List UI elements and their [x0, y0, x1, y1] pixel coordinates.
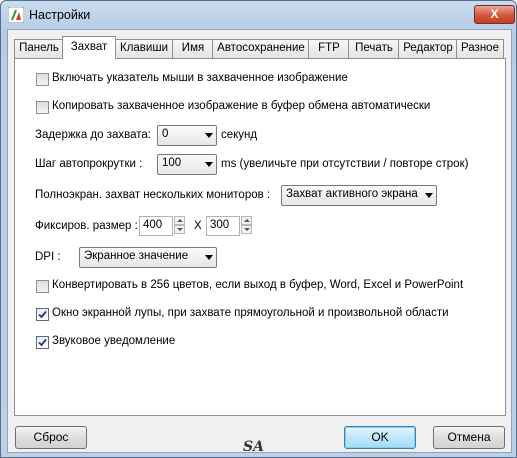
dialog-body: Панель Захват Клавиши Имя Автосохранение…: [7, 29, 512, 453]
chevron-down-icon: [205, 255, 213, 260]
fixed-height-input[interactable]: 300: [206, 216, 240, 236]
close-icon: X: [490, 7, 499, 21]
dpi-label: DPI :: [35, 251, 61, 263]
include-cursor-label: Включать указатель мыши в захваченное из…: [52, 72, 348, 84]
spin-down-icon[interactable]: [174, 225, 185, 234]
window-title: Настройки: [29, 8, 91, 22]
chevron-down-icon: [425, 193, 433, 198]
include-cursor-checkbox[interactable]: [36, 73, 49, 86]
logo: SA: [243, 439, 264, 455]
tab-strip: Панель Захват Клавиши Имя Автосохранение…: [14, 36, 506, 59]
tab-autosave[interactable]: Автосохранение: [212, 39, 310, 58]
spin-up-icon[interactable]: [241, 216, 252, 225]
copy-clipboard-label: Копировать захваченное изображение в буф…: [52, 100, 431, 112]
chevron-down-icon: [205, 133, 213, 138]
delay-label: Задержка до захвата:: [35, 129, 151, 141]
checkmark-icon: [38, 338, 47, 347]
capture-panel: Включать указатель мыши в захваченное из…: [14, 58, 506, 416]
checkmark-icon: [38, 310, 47, 319]
dpi-value: Экранное значение: [84, 250, 189, 262]
tab-panel[interactable]: Панель: [14, 39, 64, 58]
chevron-down-icon: [205, 162, 213, 167]
close-button[interactable]: X: [474, 5, 515, 24]
scroll-step-select[interactable]: 100: [157, 154, 217, 175]
tab-hotkeys[interactable]: Клавиши: [114, 39, 174, 58]
multimonitor-label: Полноэкран. захват нескольких мониторов …: [35, 189, 271, 201]
title-bar[interactable]: Настройки X: [1, 1, 516, 29]
scroll-step-label: Шаг автопрокрутки :: [35, 158, 143, 170]
scroll-step-value: 100: [162, 157, 182, 169]
fixed-height-spinner[interactable]: [241, 216, 252, 234]
fixed-size-label: Фиксиров. размер :: [35, 220, 138, 232]
multimonitor-value: Захват активного экрана: [286, 188, 418, 200]
tab-misc[interactable]: Разное: [456, 39, 504, 58]
tab-print[interactable]: Печать: [348, 39, 400, 58]
magnifier-label: Окно экранной лупы, при захвате прямоуго…: [52, 307, 449, 319]
spin-up-icon[interactable]: [174, 216, 185, 225]
tab-ftp[interactable]: FTP: [308, 39, 350, 58]
app-icon: [8, 7, 24, 23]
delay-select[interactable]: 0: [157, 125, 217, 146]
dpi-select[interactable]: Экранное значение: [79, 247, 217, 268]
tab-name[interactable]: Имя: [172, 39, 214, 58]
multimonitor-select[interactable]: Захват активного экрана: [281, 185, 437, 206]
magnifier-checkbox[interactable]: [36, 308, 49, 321]
copy-clipboard-checkbox[interactable]: [36, 101, 49, 114]
fixed-width-spinner[interactable]: [174, 216, 185, 234]
delay-value: 0: [162, 128, 169, 140]
cancel-button[interactable]: Отмена: [433, 426, 505, 449]
convert256-label: Конвертировать в 256 цветов, если выход …: [52, 279, 464, 291]
settings-window: Настройки X Панель Захват Клавиши Имя Ав…: [0, 0, 517, 458]
reset-button[interactable]: Сброс: [15, 426, 87, 449]
sound-checkbox[interactable]: [36, 336, 49, 349]
sound-label: Звуковое уведомление: [52, 335, 176, 347]
spin-down-icon[interactable]: [241, 225, 252, 234]
tab-editor[interactable]: Редактор: [398, 39, 458, 58]
convert256-checkbox[interactable]: [36, 280, 49, 293]
fixed-size-separator: X: [194, 220, 202, 232]
ok-button[interactable]: OK: [344, 426, 416, 449]
scroll-step-unit: ms (увеличьте при отсутствии / повторе с…: [221, 158, 469, 170]
tab-capture[interactable]: Захват: [62, 36, 116, 59]
fixed-width-input[interactable]: 400: [139, 216, 173, 236]
delay-unit: секунд: [221, 129, 258, 141]
